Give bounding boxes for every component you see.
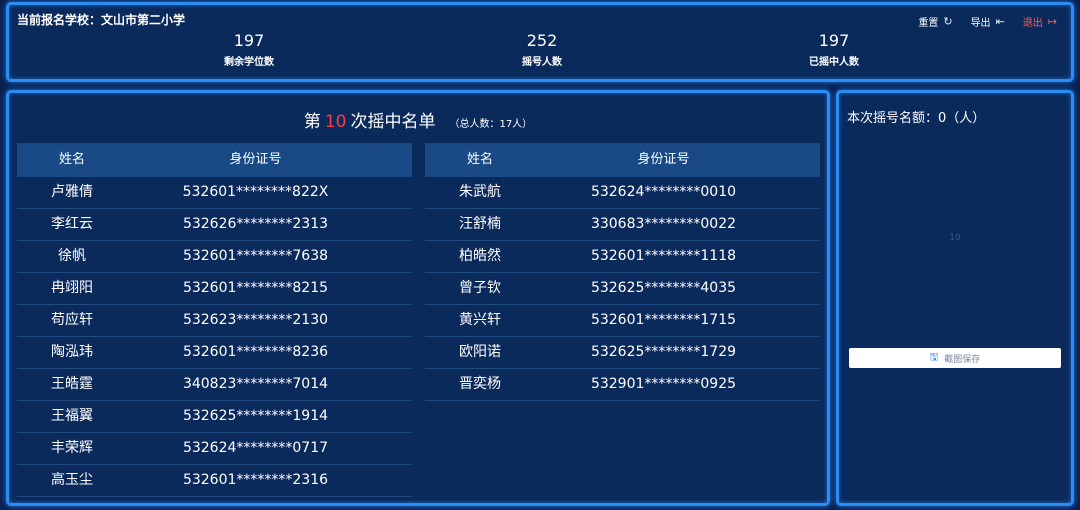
table-body: 朱武航 532624********0010 汪舒楠 330683********00… [425, 177, 820, 401]
student-id: 532624********0717 [182, 440, 329, 456]
student-name: 王福翼 [51, 408, 93, 424]
stat-label: 已摇中人数 [809, 57, 859, 68]
save-label: 截图保存 [944, 354, 981, 365]
table-row: 黄兴轩 532601********1715 [425, 305, 820, 337]
export-icon: ⇤ [995, 15, 1005, 28]
stat-value: 252 [526, 31, 558, 50]
student-name: 陶泓玮 [51, 344, 93, 360]
student-id: 532601********8215 [182, 280, 329, 296]
student-id: 340823********7014 [182, 376, 329, 392]
save-icon: 🖫 [929, 351, 939, 363]
stat-lottery-count: 252 摇号人数 [462, 31, 622, 68]
faint-number: 10 [949, 233, 961, 243]
logout-icon: ↦ [1047, 15, 1057, 28]
table-row: 晋奕杨 532901********0925 [425, 369, 820, 401]
student-id: 532601********2316 [182, 472, 329, 488]
export-label: 导出 [970, 18, 991, 29]
round-number: 10 [324, 112, 347, 132]
student-name: 汪舒楠 [459, 216, 501, 232]
student-id: 532625********1914 [182, 408, 329, 424]
table-row: 汪舒楠 330683********0022 [425, 209, 820, 241]
student-name: 苟应轩 [51, 312, 93, 328]
table-row: 朱武航 532624********0010 [425, 177, 820, 209]
table-row: 陶泓玮 532601********8236 [17, 337, 412, 369]
school-label: 当前报名学校：文山市第二小学 [17, 13, 186, 27]
student-id: 532601********822X [182, 184, 329, 200]
stat-label: 摇号人数 [522, 57, 562, 68]
refresh-icon: ↻ [943, 15, 953, 28]
student-name: 曾子钦 [459, 280, 501, 296]
table-row: 王福翼 532625********1914 [17, 401, 412, 433]
stat-label: 剩余学位数 [224, 57, 274, 68]
table-row: 冉翊阳 532601********8215 [17, 273, 412, 305]
student-name: 卢雅倩 [51, 184, 93, 200]
stat-value: 197 [818, 31, 850, 50]
winner-table-right: 姓名 身份证号 朱武航 532624********0010 汪舒楠 330683**… [425, 143, 820, 401]
student-id: 532601********7638 [182, 248, 329, 264]
reset-button[interactable]: 重置 ↻ [918, 14, 952, 29]
table-row: 苟应轩 532623********2130 [17, 305, 412, 337]
table-row: 柏皓然 532601********1118 [425, 241, 820, 273]
title-suffix: 次摇中名单 [350, 112, 436, 132]
student-id: 532601********1118 [590, 248, 737, 264]
table-row: 欧阳诺 532625********1729 [425, 337, 820, 369]
table-row: 王皓霆 340823********7014 [17, 369, 412, 401]
student-id: 532601********1715 [590, 312, 737, 328]
student-name: 王皓霆 [51, 376, 93, 392]
total-count: （总人数：17人） [449, 118, 533, 130]
table-row: 高玉尘 532601********2316 [17, 465, 412, 497]
header-name: 姓名 [466, 152, 493, 167]
student-name: 朱武航 [459, 184, 501, 200]
top-actions: 重置 ↻ 导出 ⇤ 退出 ↦ [918, 14, 1057, 29]
logout-label: 退出 [1022, 18, 1043, 29]
student-id: 532901********0925 [590, 376, 737, 392]
table-row: 李红云 532626********2313 [17, 209, 412, 241]
header-name: 姓名 [58, 152, 85, 167]
student-name: 冉翊阳 [51, 280, 93, 296]
title-prefix: 第 [303, 112, 321, 132]
student-name: 黄兴轩 [459, 312, 501, 328]
student-name: 高玉尘 [51, 472, 93, 488]
student-id: 330683********0022 [590, 216, 737, 232]
table-header: 姓名 身份证号 [425, 143, 820, 177]
table-row: 丰荣辉 532624********0717 [17, 433, 412, 465]
student-id: 532626********2313 [182, 216, 329, 232]
logout-button[interactable]: 退出 ↦ [1023, 14, 1057, 29]
summary-panel: 当前报名学校：文山市第二小学 重置 ↻ 导出 ⇤ 退出 ↦ 197 剩余学位数 … [6, 2, 1074, 82]
student-id: 532623********2130 [182, 312, 329, 328]
export-button[interactable]: 导出 ⇤ [971, 14, 1005, 29]
student-name: 柏皓然 [459, 248, 501, 264]
table-row: 卢雅倩 532601********822X [17, 177, 412, 209]
student-name: 李红云 [51, 216, 93, 232]
student-name: 晋奕杨 [459, 376, 501, 392]
stat-remaining-seats: 197 剩余学位数 [169, 31, 329, 68]
student-id: 532625********1729 [590, 344, 737, 360]
header-id: 身份证号 [637, 152, 690, 167]
stat-selected-count: 197 已摇中人数 [754, 31, 914, 68]
stat-value: 197 [233, 31, 265, 50]
screenshot-save-button[interactable]: 🖫 截图保存 [849, 348, 1061, 368]
table-body: 卢雅倩 532601********822X 李红云 532626********23… [17, 177, 412, 497]
lottery-side-panel: 本次摇号名额：0（人） 10 🖫 截图保存 [836, 90, 1074, 506]
student-name: 丰荣辉 [51, 440, 93, 456]
student-id: 532601********8236 [182, 344, 329, 360]
student-id: 532624********0010 [590, 184, 737, 200]
quota-label: 本次摇号名额：0（人） [847, 111, 986, 126]
list-title: 第 10 次摇中名单 （总人数：17人） [9, 107, 827, 132]
winner-list-panel: 第 10 次摇中名单 （总人数：17人） 姓名 身份证号 卢雅倩 532601*****… [6, 90, 830, 506]
reset-label: 重置 [918, 18, 939, 29]
table-header: 姓名 身份证号 [17, 143, 412, 177]
table-row: 曾子钦 532625********4035 [425, 273, 820, 305]
winner-table-left: 姓名 身份证号 卢雅倩 532601********822X 李红云 532626**… [17, 143, 412, 497]
header-id: 身份证号 [229, 152, 282, 167]
student-id: 532625********4035 [590, 280, 737, 296]
student-name: 徐帆 [58, 248, 86, 264]
table-row: 徐帆 532601********7638 [17, 241, 412, 273]
student-name: 欧阳诺 [459, 344, 501, 360]
